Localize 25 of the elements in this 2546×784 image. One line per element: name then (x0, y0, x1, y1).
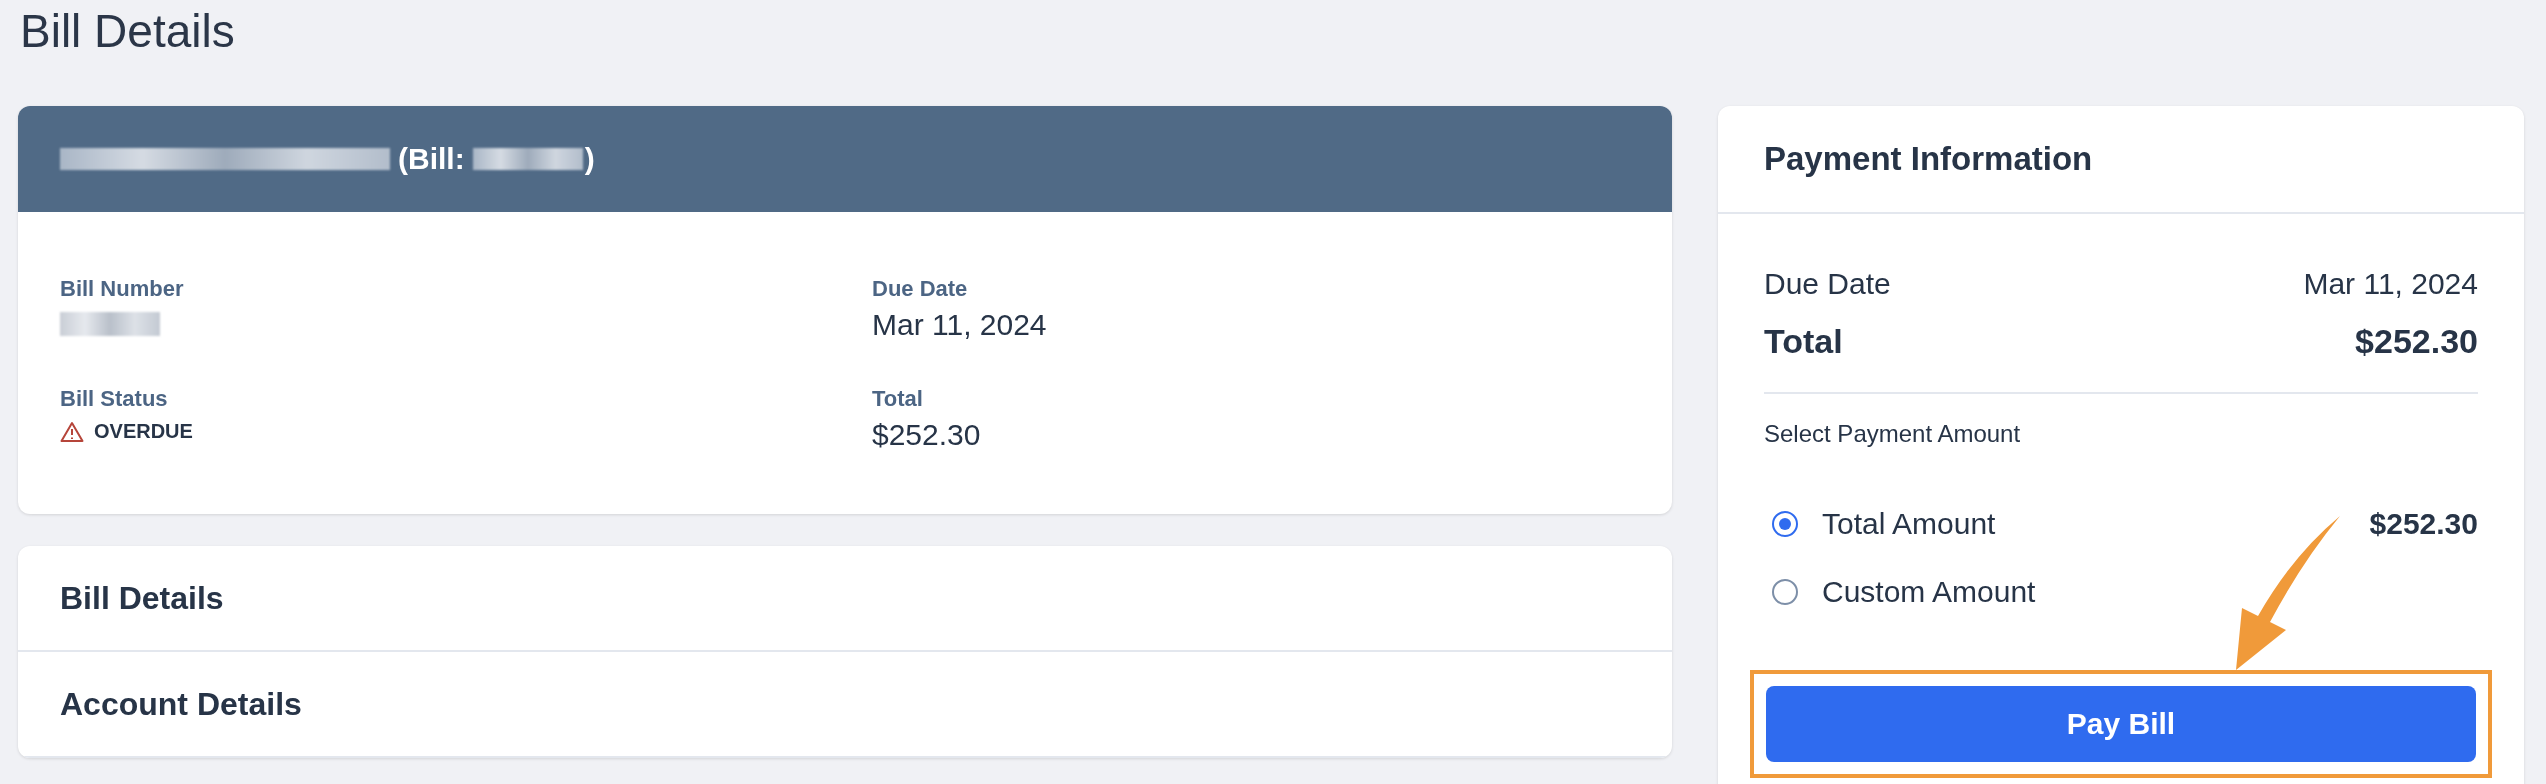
section-label: Select Payment Amount (1764, 420, 2022, 448)
section-title: Account Details (60, 685, 302, 723)
pay-button[interactable]: Pay Bill (1766, 686, 2476, 762)
closing-paren: ) (584, 142, 595, 176)
radio-button[interactable] (1772, 511, 1798, 537)
status-text: OVERDUE (94, 420, 193, 443)
section-title: Bill Details (60, 579, 224, 617)
field-label: Total (872, 386, 924, 412)
panel-title: Payment Information (1764, 140, 2093, 178)
row-value: Mar 11, 2024 (2303, 267, 2478, 301)
warning-icon (60, 420, 84, 443)
radio-button[interactable] (1772, 579, 1798, 605)
row-label: Total (1764, 321, 1843, 361)
option-label[interactable]: Total Amount (1822, 507, 1996, 541)
option-amount: $252.30 (2369, 507, 2478, 541)
field-value: $252.30 (872, 418, 982, 452)
page-title: Bill Details (19, 4, 236, 59)
field-label: Bill Number (60, 276, 185, 302)
row-value: $252.30 (2355, 321, 2478, 361)
bill-label: (Bill: (398, 142, 465, 176)
field-value: Mar 11, 2024 (872, 308, 1048, 342)
field-label: Bill Status (60, 386, 169, 412)
field-label: Due Date (872, 276, 969, 302)
row-label: Due Date (1764, 267, 1891, 301)
option-label[interactable]: Custom Amount (1822, 575, 2036, 609)
